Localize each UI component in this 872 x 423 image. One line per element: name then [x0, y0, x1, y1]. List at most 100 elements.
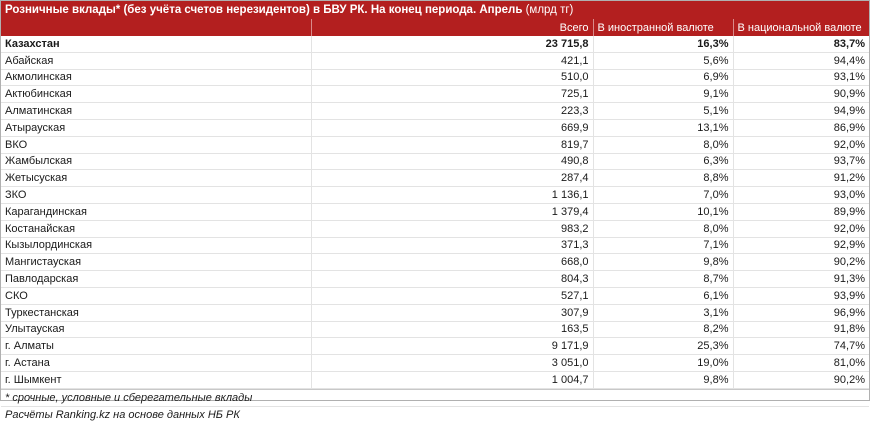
cell-total: 421,1 [310, 52, 593, 70]
cell-foreign-share: 9,1% [592, 85, 733, 104]
cell-national-share: 86,9% [732, 119, 869, 137]
cell-foreign-share: 8,0% [592, 220, 733, 238]
table-row: СКО 527,1 6,1% 93,9% [1, 287, 869, 305]
table-header: Всего В иностранной валюте В национально… [1, 19, 869, 36]
table-title-unit: (млрд тг) [525, 4, 574, 16]
table-row: Алматинская 223,3 5,1% 94,9% [1, 102, 869, 120]
cell-national-share: 92,0% [732, 136, 869, 154]
table-row: Улытауская 163,5 8,2% 91,8% [1, 321, 869, 339]
cell-region: Абайская [1, 52, 311, 70]
cell-foreign-share: 6,3% [592, 153, 733, 171]
cell-total: 223,3 [310, 102, 593, 120]
table-row: Абайская 421,1 5,6% 94,4% [1, 52, 869, 70]
table-row: Кызылординская 371,3 7,1% 92,9% [1, 237, 869, 255]
table-row-total: Казахстан 23 715,8 16,3% 83,7% [1, 36, 869, 53]
cell-total: 1 004,7 [310, 371, 593, 389]
cell-total: 668,0 [310, 253, 593, 272]
cell-total: 307,9 [310, 304, 593, 322]
table-row: Актюбинская 725,1 9,1% 90,9% [1, 85, 869, 104]
cell-total: 804,3 [310, 270, 593, 288]
cell-total: 3 051,0 [310, 354, 593, 372]
deposits-table-panel: Розничные вклады* (без учёта счетов нере… [0, 0, 870, 421]
table-title: Розничные вклады* (без учёта счетов нере… [1, 1, 869, 19]
table-row: Карагандинская 1 379,4 10,1% 89,9% [1, 203, 869, 221]
footnote: * срочные, условные и сберегательные вкл… [1, 388, 869, 406]
cell-foreign-share: 19,0% [592, 354, 733, 372]
cell-region: ЗКО [1, 186, 311, 204]
cell-region: Улытауская [1, 321, 311, 339]
cell-national-share: 74,7% [732, 337, 869, 356]
cell-total: 527,1 [310, 287, 593, 305]
cell-total: 983,2 [310, 220, 593, 238]
cell-region: Павлодарская [1, 270, 311, 288]
cell-national-share: 93,1% [732, 69, 869, 87]
cell-foreign-share: 9,8% [592, 371, 733, 389]
cell-national-share: 92,9% [732, 237, 869, 255]
table-row: Туркестанская 307,9 3,1% 96,9% [1, 304, 869, 322]
cell-region: Алматинская [1, 102, 311, 120]
table-row: Атырауская 669,9 13,1% 86,9% [1, 119, 869, 137]
table-row: ЗКО 1 136,1 7,0% 93,0% [1, 186, 869, 204]
cell-foreign-share: 9,8% [592, 253, 733, 272]
cell-national-share: 92,0% [732, 220, 869, 238]
cell-region: Костанайская [1, 220, 311, 238]
cell-region: Жетысуская [1, 169, 311, 188]
source-note: Расчёты Ranking.kz на основе данных НБ Р… [1, 405, 869, 423]
cell-region: Карагандинская [1, 203, 311, 221]
cell-national-share: 96,9% [732, 304, 869, 322]
table-row: г. Алматы 9 171,9 25,3% 74,7% [1, 337, 869, 356]
cell-total: 371,3 [310, 237, 593, 255]
cell-foreign-share: 16,3% [592, 36, 733, 53]
cell-total: 163,5 [310, 321, 593, 339]
deposits-table: Всего В иностранной валюте В национально… [1, 19, 869, 389]
cell-foreign-share: 5,6% [592, 52, 733, 70]
cell-foreign-share: 8,8% [592, 169, 733, 188]
cell-region: Казахстан [1, 36, 311, 53]
table-row: ВКО 819,7 8,0% 92,0% [1, 136, 869, 154]
cell-region: Актюбинская [1, 85, 311, 104]
cell-foreign-share: 25,3% [592, 337, 733, 356]
header-row: Всего В иностранной валюте В национально… [1, 19, 869, 36]
cell-foreign-share: 7,1% [592, 237, 733, 255]
cell-foreign-share: 8,2% [592, 321, 733, 339]
cell-foreign-share: 6,1% [592, 287, 733, 305]
cell-national-share: 93,0% [732, 186, 869, 204]
cell-region: г. Астана [1, 354, 311, 372]
table-row: Жамбылская 490,8 6,3% 93,7% [1, 153, 869, 171]
cell-national-share: 90,9% [732, 85, 869, 104]
cell-foreign-share: 13,1% [592, 119, 733, 137]
cell-total: 510,0 [310, 69, 593, 87]
cell-foreign-share: 8,7% [592, 270, 733, 288]
cell-region: Туркестанская [1, 304, 311, 322]
cell-national-share: 89,9% [732, 203, 869, 221]
cell-total: 669,9 [310, 119, 593, 137]
cell-total: 287,4 [310, 169, 593, 188]
cell-foreign-share: 6,9% [592, 69, 733, 87]
header-region [1, 19, 311, 36]
cell-total: 23 715,8 [310, 36, 593, 53]
header-total: Всего [310, 19, 593, 36]
cell-national-share: 93,9% [732, 287, 869, 305]
cell-national-share: 83,7% [732, 36, 869, 53]
cell-region: Мангистауская [1, 253, 311, 272]
cell-national-share: 94,4% [732, 52, 869, 70]
cell-region: Атырауская [1, 119, 311, 137]
cell-region: г. Шымкент [1, 371, 311, 389]
table-row: г. Астана 3 051,0 19,0% 81,0% [1, 354, 869, 372]
cell-national-share: 94,9% [732, 102, 869, 120]
cell-national-share: 91,8% [732, 321, 869, 339]
cell-region: Кызылординская [1, 237, 311, 255]
cell-region: Акмолинская [1, 69, 311, 87]
cell-total: 819,7 [310, 136, 593, 154]
header-foreign-currency: В иностранной валюте [592, 19, 733, 36]
table-row: Акмолинская 510,0 6,9% 93,1% [1, 69, 869, 87]
cell-total: 490,8 [310, 153, 593, 171]
table-row: Костанайская 983,2 8,0% 92,0% [1, 220, 869, 238]
cell-foreign-share: 7,0% [592, 186, 733, 204]
cell-foreign-share: 10,1% [592, 203, 733, 221]
cell-region: СКО [1, 287, 311, 305]
table-title-main: Розничные вклады* (без учёта счетов нере… [5, 4, 523, 16]
table-row: г. Шымкент 1 004,7 9,8% 90,2% [1, 371, 869, 389]
table-row: Павлодарская 804,3 8,7% 91,3% [1, 270, 869, 288]
cell-total: 9 171,9 [310, 337, 593, 356]
